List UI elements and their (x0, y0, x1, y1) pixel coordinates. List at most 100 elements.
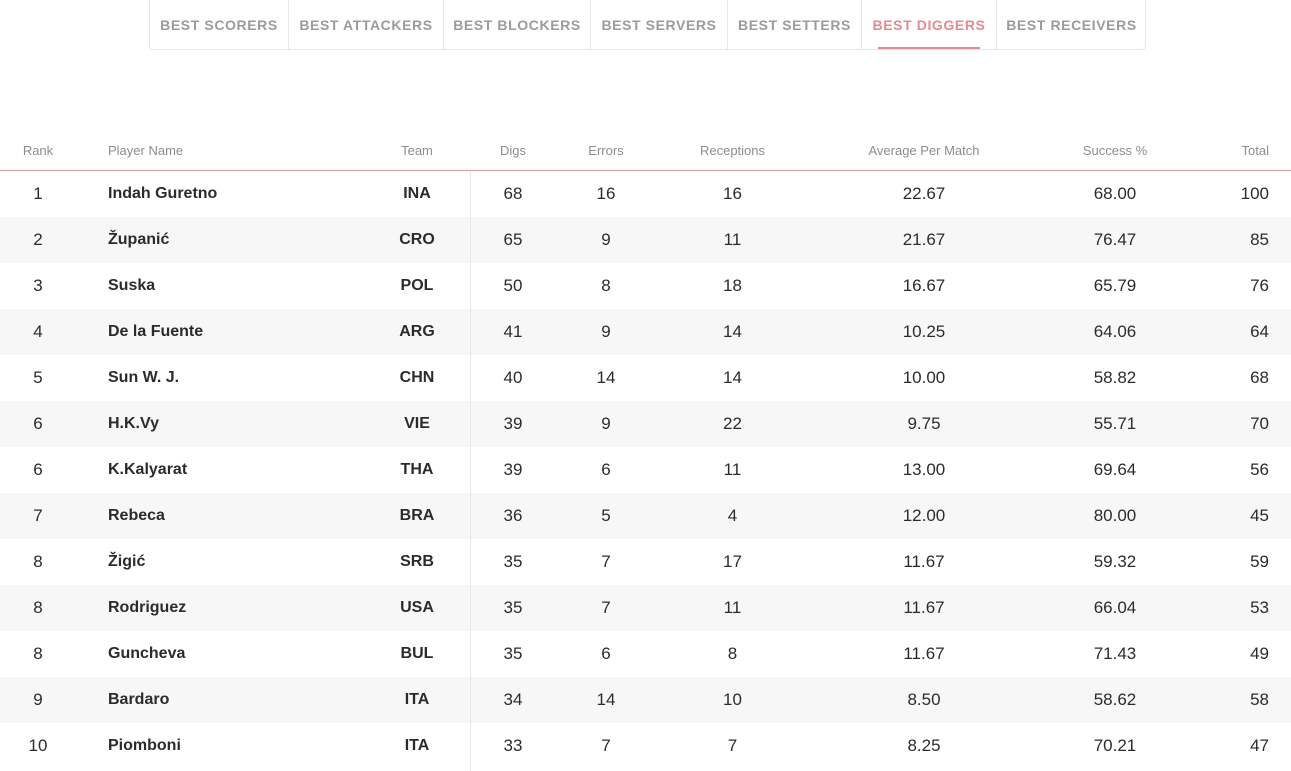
team-cell: ITA (404, 691, 430, 708)
total-cell: 45 (1250, 506, 1269, 525)
success-percent-cell: 58.82 (1093, 368, 1137, 387)
rank-cell: 8 (33, 552, 43, 571)
receptions-cell: 16 (723, 184, 742, 203)
player-name-cell[interactable]: Piomboni (108, 723, 358, 769)
player-name-cell[interactable]: Županić (108, 217, 358, 263)
column-header-errors[interactable]: Errors (566, 132, 646, 170)
table-row[interactable]: 10 Piomboni ITA 33 7 7 8.25 70.21 47 (0, 723, 1291, 769)
team-cell: BRA (399, 507, 435, 524)
errors-cell: 7 (601, 598, 611, 617)
table-row[interactable]: 8 Guncheva BUL 35 6 8 11.67 71.43 49 (0, 631, 1291, 677)
team-cell: BUL (400, 645, 434, 662)
rank-cell: 7 (33, 506, 43, 525)
average-per-match-cell: 16.67 (902, 276, 946, 295)
player-name-cell[interactable]: Guncheva (108, 631, 358, 677)
total-cell: 100 (1240, 184, 1269, 203)
team-cell: POL (400, 277, 434, 294)
tab-best-servers[interactable]: BEST SERVERS (591, 0, 728, 49)
column-header-total[interactable]: Total (1170, 132, 1269, 170)
rank-cell: 1 (33, 184, 43, 203)
column-header-rank[interactable]: Rank (0, 132, 76, 170)
errors-cell: 8 (601, 276, 611, 295)
column-header-digs[interactable]: Digs (473, 132, 553, 170)
digs-cell: 35 (503, 644, 523, 663)
success-percent-cell: 58.62 (1093, 690, 1137, 709)
receptions-cell: 7 (727, 736, 738, 755)
success-percent-cell: 70.21 (1093, 736, 1137, 755)
table-row[interactable]: 5 Sun W. J. CHN 40 14 14 10.00 58.82 68 (0, 355, 1291, 401)
table-row[interactable]: 6 H.K.Vy VIE 39 9 22 9.75 55.71 70 (0, 401, 1291, 447)
column-header-team[interactable]: Team (376, 132, 458, 170)
receptions-cell: 11 (723, 598, 742, 617)
success-percent-cell: 64.06 (1093, 322, 1137, 341)
table-row[interactable]: 6 K.Kalyarat THA 39 6 11 13.00 69.64 56 (0, 447, 1291, 493)
table-row[interactable]: 8 Rodriguez USA 35 7 11 11.67 66.04 53 (0, 585, 1291, 631)
team-cell: THA (400, 461, 434, 478)
tab-label: BEST SCORERS (160, 16, 278, 33)
stats-category-tabs: BEST SCORERS BEST ATTACKERS BEST BLOCKER… (149, 0, 1146, 50)
rank-cell: 8 (33, 644, 43, 663)
digs-cell: 34 (503, 690, 523, 709)
tab-label: BEST SETTERS (738, 16, 851, 33)
column-header-receptions[interactable]: Receptions (672, 132, 793, 170)
total-cell: 59 (1250, 552, 1269, 571)
column-header-average-per-match[interactable]: Average Per Match (844, 132, 1004, 170)
column-divider (470, 171, 471, 771)
receptions-cell: 14 (723, 368, 742, 387)
player-name-cell[interactable]: Sun W. J. (108, 355, 358, 401)
table-row[interactable]: 2 Županić CRO 65 9 11 21.67 76.47 85 (0, 217, 1291, 263)
tab-best-diggers[interactable]: BEST DIGGERS (862, 0, 997, 49)
player-name-cell[interactable]: Bardaro (108, 677, 358, 723)
tab-best-blockers[interactable]: BEST BLOCKERS (444, 0, 591, 49)
rank-cell: 8 (33, 598, 43, 617)
player-name-cell[interactable]: De la Fuente (108, 309, 358, 355)
errors-cell: 6 (601, 644, 611, 663)
table-row[interactable]: 9 Bardaro ITA 34 14 10 8.50 58.62 58 (0, 677, 1291, 723)
table-header: Rank Player Name Team Digs Errors Recept… (0, 132, 1291, 171)
errors-cell: 14 (596, 368, 616, 387)
average-per-match-cell: 22.67 (902, 184, 946, 203)
table-row[interactable]: 8 Žigić SRB 35 7 17 11.67 59.32 59 (0, 539, 1291, 585)
team-cell: USA (400, 599, 434, 616)
table-row[interactable]: 7 Rebeca BRA 36 5 4 12.00 80.00 45 (0, 493, 1291, 539)
tab-label: BEST BLOCKERS (453, 16, 581, 33)
average-per-match-cell: 11.67 (903, 644, 945, 663)
success-percent-cell: 69.64 (1093, 460, 1137, 479)
player-name-cell[interactable]: Indah Guretno (108, 171, 358, 217)
tab-best-scorers[interactable]: BEST SCORERS (150, 0, 289, 49)
column-header-player-name[interactable]: Player Name (108, 132, 358, 170)
receptions-cell: 11 (723, 460, 742, 479)
player-name-cell[interactable]: Rebeca (108, 493, 358, 539)
table-row[interactable]: 4 De la Fuente ARG 41 9 14 10.25 64.06 64 (0, 309, 1291, 355)
player-name-cell[interactable]: K.Kalyarat (108, 447, 358, 493)
tab-best-attackers[interactable]: BEST ATTACKERS (289, 0, 444, 49)
errors-cell: 14 (596, 690, 616, 709)
average-per-match-cell: 12.00 (902, 506, 946, 525)
rank-cell: 6 (33, 460, 43, 479)
digs-cell: 35 (503, 552, 523, 571)
tab-best-setters[interactable]: BEST SETTERS (728, 0, 862, 49)
table-row[interactable]: 1 Indah Guretno INA 68 16 16 22.67 68.00 100 (0, 171, 1291, 217)
receptions-cell: 22 (723, 414, 742, 433)
rank-cell: 4 (33, 322, 43, 341)
player-name-cell[interactable]: Žigić (108, 539, 358, 585)
player-name-cell[interactable]: Suska (108, 263, 358, 309)
player-name-cell[interactable]: H.K.Vy (108, 401, 358, 447)
player-name-cell[interactable]: Rodriguez (108, 585, 358, 631)
digs-cell: 33 (503, 736, 523, 755)
receptions-cell: 11 (723, 230, 742, 249)
table-row[interactable]: 3 Suska POL 50 8 18 16.67 65.79 76 (0, 263, 1291, 309)
team-cell: SRB (400, 553, 434, 570)
rank-cell: 3 (33, 276, 43, 295)
diggers-table: Rank Player Name Team Digs Errors Recept… (0, 132, 1291, 771)
average-per-match-cell: 11.67 (903, 598, 945, 617)
total-cell: 58 (1250, 690, 1269, 709)
average-per-match-cell: 21.67 (902, 230, 946, 249)
tab-label: BEST ATTACKERS (299, 16, 433, 33)
tab-best-receivers[interactable]: BEST RECEIVERS (997, 0, 1146, 49)
errors-cell: 9 (601, 322, 611, 341)
rank-cell: 6 (33, 414, 43, 433)
column-header-success-percent[interactable]: Success % (1055, 132, 1175, 170)
receptions-cell: 17 (723, 552, 742, 571)
success-percent-cell: 71.43 (1093, 644, 1137, 663)
